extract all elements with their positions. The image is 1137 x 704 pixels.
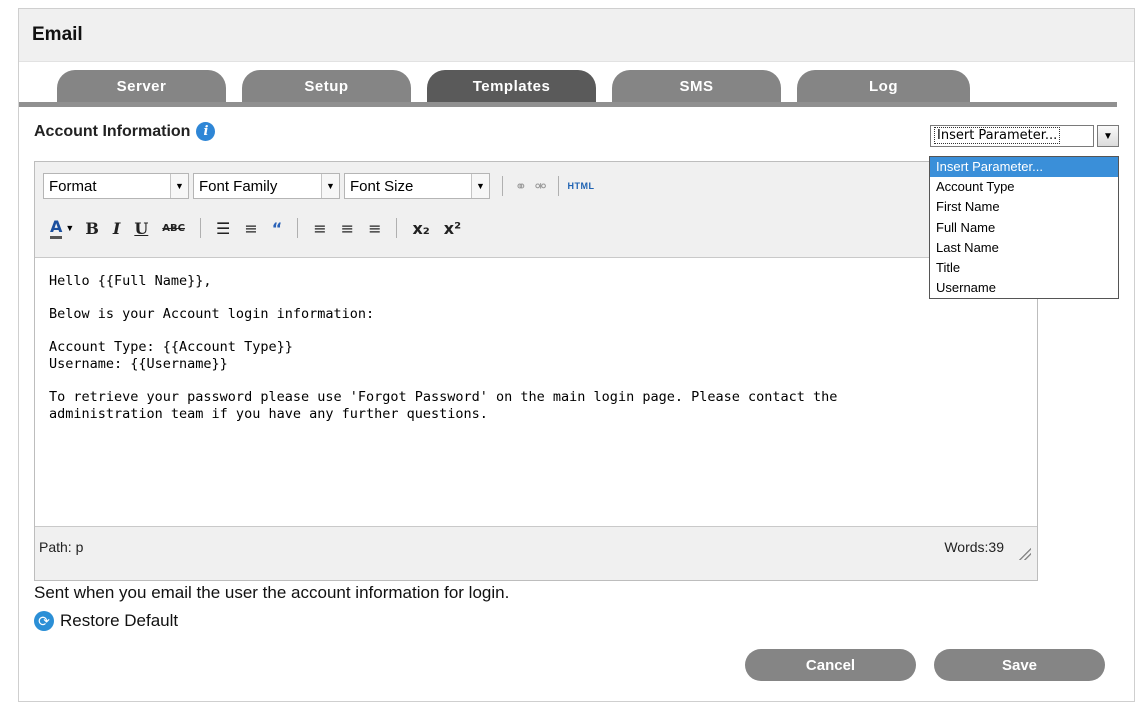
font-family-select-label: Font Family [199, 177, 278, 195]
chevron-down-icon: ▼ [321, 174, 339, 198]
insert-parameter-dropdown: Insert Parameter... Account Type First N… [929, 156, 1119, 299]
editor-toolbar-top: Format ▼ Font Family ▼ Font Size ▼ ⚭ ⚮ H… [43, 172, 594, 200]
chevron-down-icon[interactable]: ▼ [1097, 125, 1119, 147]
content-line: Hello {{Full Name}}, [49, 273, 212, 289]
tab-sms[interactable]: SMS [612, 70, 781, 102]
resize-handle-icon[interactable] [1019, 548, 1031, 560]
restore-default-label: Restore Default [60, 611, 179, 630]
tab-setup[interactable]: Setup [242, 70, 411, 102]
template-description: Sent when you email the user the account… [34, 583, 510, 602]
tab-log[interactable]: Log [797, 70, 970, 102]
chevron-down-icon: ▼ [471, 174, 489, 198]
numbered-list-icon[interactable]: ≡ [244, 219, 257, 238]
toolbar-divider [502, 176, 503, 196]
text-color-icon[interactable]: A [50, 217, 63, 239]
strikethrough-icon[interactable]: ABC [162, 223, 185, 234]
email-panel: Email Server Setup Templates SMS Log Acc… [18, 8, 1135, 702]
link-icon[interactable]: ⚭ [515, 178, 527, 195]
element-path: Path: p [39, 539, 84, 555]
font-size-select[interactable]: Font Size ▼ [344, 173, 490, 199]
content-line: Username: {{Username}} [49, 356, 228, 372]
align-right-icon[interactable]: ≡ [368, 219, 381, 238]
dropdown-option[interactable]: First Name [930, 197, 1118, 217]
format-select[interactable]: Format ▼ [43, 173, 189, 199]
superscript-icon[interactable]: x² [444, 219, 461, 238]
dropdown-option[interactable]: Last Name [930, 238, 1118, 258]
insert-parameter-value[interactable]: Insert Parameter... [930, 125, 1094, 147]
unlink-icon[interactable]: ⚮ [535, 178, 547, 195]
panel-header: Email [19, 9, 1134, 62]
chevron-down-icon: ▼ [170, 174, 188, 198]
tab-underline [19, 102, 1117, 107]
dropdown-option[interactable]: Title [930, 258, 1118, 278]
restore-icon[interactable]: ⟳ [34, 611, 54, 631]
section-title-text: Account Information [34, 122, 191, 140]
format-select-label: Format [49, 177, 97, 195]
editor-statusbar: Path: p Words:39 [35, 534, 1037, 564]
underline-icon[interactable]: U [134, 219, 148, 238]
page-title: Email [32, 24, 83, 45]
dropdown-option[interactable]: Full Name [930, 218, 1118, 238]
font-family-select[interactable]: Font Family ▼ [193, 173, 340, 199]
restore-default-link[interactable]: ⟳ Restore Default [34, 611, 178, 631]
bold-icon[interactable]: B [85, 219, 99, 238]
bullet-list-icon[interactable]: ☰ [216, 219, 230, 238]
toolbar-divider [558, 176, 560, 196]
content-line: To retrieve your password please use 'Fo… [49, 389, 838, 405]
italic-icon[interactable]: I [113, 219, 120, 238]
align-left-icon[interactable]: ≡ [313, 219, 326, 238]
content-line: Below is your Account login information: [49, 306, 375, 322]
dropdown-option[interactable]: Insert Parameter... [930, 157, 1118, 178]
editor-toolbar-bottom: A ▼ B I U ABC ☰ ≡ “ ≡ ≡ ≡ x₂ x² [43, 214, 468, 242]
tab-server[interactable]: Server [57, 70, 226, 102]
chevron-down-icon[interactable]: ▼ [65, 223, 74, 233]
dropdown-option[interactable]: Account Type [930, 177, 1118, 197]
save-button[interactable]: Save [934, 649, 1105, 681]
blockquote-icon[interactable]: “ [272, 219, 283, 238]
dropdown-option[interactable]: Username [930, 278, 1118, 298]
toolbar-divider [396, 218, 398, 238]
content-line: administration team if you have any furt… [49, 406, 488, 422]
editor-content[interactable]: Hello {{Full Name}}, Below is your Accou… [35, 257, 1037, 527]
font-size-select-label: Font Size [350, 177, 414, 195]
insert-parameter-selected: Insert Parameter... [934, 127, 1061, 144]
cancel-button[interactable]: Cancel [745, 649, 916, 681]
word-count: Words:39 [944, 539, 1004, 555]
insert-parameter-select[interactable]: Insert Parameter... ▼ [930, 125, 1119, 149]
html-source-button[interactable]: HTML [567, 181, 594, 191]
section-title: Account Information i [34, 122, 216, 141]
content-line: Account Type: {{Account Type}} [49, 339, 293, 355]
subscript-icon[interactable]: x₂ [412, 219, 429, 238]
toolbar-divider [199, 218, 201, 238]
toolbar-divider [297, 218, 299, 238]
align-center-icon[interactable]: ≡ [341, 219, 354, 238]
rich-text-editor: Format ▼ Font Family ▼ Font Size ▼ ⚭ ⚮ H… [34, 161, 1038, 581]
info-icon[interactable]: i [196, 122, 216, 141]
tab-templates[interactable]: Templates [427, 70, 596, 102]
